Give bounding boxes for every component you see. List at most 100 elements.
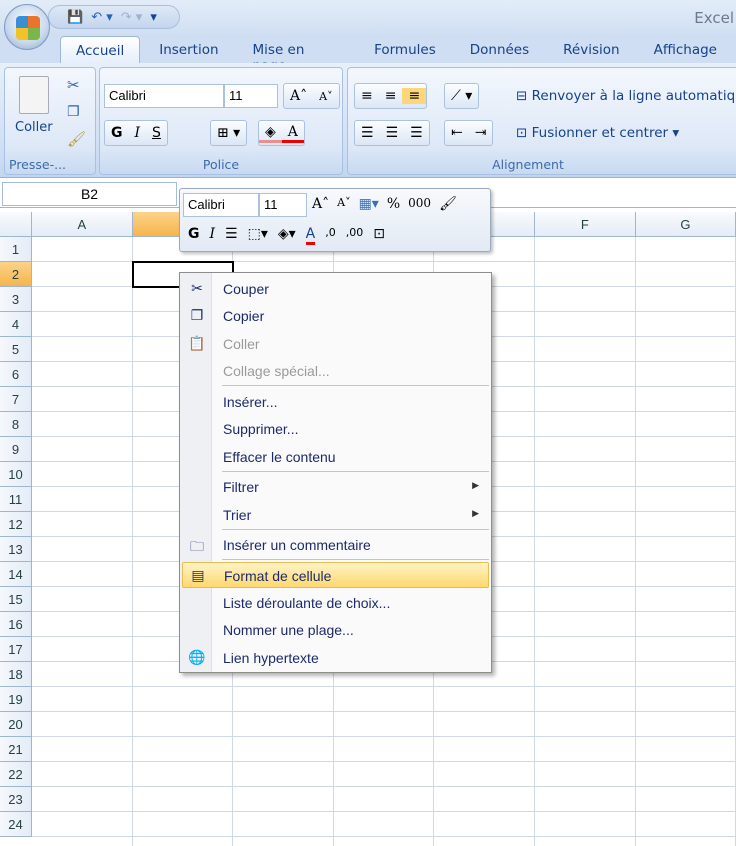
mini-font-size-select[interactable]: 11 bbox=[259, 193, 307, 217]
menu-item-coller: 📋 Coller bbox=[182, 331, 489, 357]
menu-item-nommer-une-plage[interactable]: Nommer une plage... bbox=[182, 617, 489, 643]
mini-grow-font-icon[interactable]: A˄ bbox=[312, 196, 329, 212]
menu-item-trier[interactable]: Trier ▶ bbox=[182, 502, 489, 528]
row-header-17[interactable]: 17 bbox=[0, 637, 32, 662]
increase-indent-icon[interactable]: ⇥ bbox=[469, 125, 493, 141]
menu-item-effacer-le-contenu[interactable]: Effacer le contenu bbox=[182, 444, 489, 470]
mini-format-painter-icon[interactable]: 🖌 bbox=[439, 196, 457, 212]
row-header-13[interactable]: 13 bbox=[0, 537, 32, 562]
mini-fill-color-icon[interactable]: ◈▾ bbox=[278, 226, 296, 245]
mini-accounting-icon[interactable]: ▦▾ bbox=[359, 196, 379, 212]
row-header-11[interactable]: 11 bbox=[0, 487, 32, 512]
mini-center-icon[interactable]: ☰ bbox=[225, 226, 238, 245]
menu-item-couper[interactable]: ✂ Couper bbox=[182, 276, 489, 302]
menu-item-insérer[interactable]: Insérer... bbox=[182, 389, 489, 415]
mini-thousands-button[interactable]: 000 bbox=[408, 196, 431, 212]
grow-font-icon[interactable]: A˄ bbox=[284, 88, 313, 104]
font-name-select[interactable]: Calibri bbox=[104, 84, 224, 108]
row-header-24[interactable]: 24 bbox=[0, 812, 32, 837]
menu-item-insérer-un-commentaire[interactable]: 🗀 Insérer un commentaire bbox=[182, 532, 489, 558]
paste-icon[interactable] bbox=[19, 76, 49, 114]
customize-qat-icon[interactable]: ▾ bbox=[150, 10, 157, 25]
tab-insertion[interactable]: Insertion bbox=[144, 36, 233, 64]
mini-font-name-select[interactable]: Calibri bbox=[183, 193, 259, 217]
align-center-icon[interactable]: ☰ bbox=[380, 125, 405, 141]
tab-revision[interactable]: Révision bbox=[548, 36, 634, 64]
menu-item-filtrer[interactable]: Filtrer ▶ bbox=[182, 474, 489, 500]
name-box[interactable]: B2 bbox=[2, 182, 177, 206]
select-all-corner[interactable] bbox=[0, 212, 32, 237]
save-icon[interactable]: 💾 bbox=[67, 10, 83, 25]
row-header-19[interactable]: 19 bbox=[0, 687, 32, 712]
menu-item-copier[interactable]: ❐ Copier bbox=[182, 303, 489, 329]
mini-borders-icon[interactable]: ⬚▾ bbox=[248, 226, 268, 245]
row-header-15[interactable]: 15 bbox=[0, 587, 32, 612]
shrink-font-icon[interactable]: A˅ bbox=[313, 90, 338, 103]
row-header-2[interactable]: 2 bbox=[0, 262, 32, 287]
align-top-icon[interactable]: ≡ bbox=[355, 88, 379, 104]
copy-icon[interactable]: ❐ bbox=[67, 104, 80, 120]
paste-button[interactable]: Coller bbox=[15, 120, 53, 135]
mini-font-color-icon[interactable]: A bbox=[305, 226, 316, 245]
row-header-7[interactable]: 7 bbox=[0, 387, 32, 412]
merge-center-button[interactable]: ⊡ Fusionner et centrer ▾ bbox=[516, 125, 679, 141]
row-header-3[interactable]: 3 bbox=[0, 287, 32, 312]
borders-icon[interactable]: ⊞ ▾ bbox=[211, 125, 246, 141]
italic-button[interactable]: I bbox=[129, 125, 147, 141]
menu-item-supprimer[interactable]: Supprimer... bbox=[182, 416, 489, 442]
row-header-20[interactable]: 20 bbox=[0, 712, 32, 737]
align-left-icon[interactable]: ☰ bbox=[355, 125, 380, 141]
bold-button[interactable]: G bbox=[105, 125, 129, 141]
wrap-text-button[interactable]: ⊟ Renvoyer à la ligne automatique bbox=[516, 88, 736, 104]
mini-shrink-font-icon[interactable]: A˅ bbox=[337, 196, 350, 212]
mini-italic-button[interactable]: I bbox=[210, 226, 216, 245]
cut-icon[interactable]: ✂ bbox=[67, 76, 80, 94]
align-middle-icon[interactable]: ≡ bbox=[379, 88, 403, 104]
column-header-a[interactable]: A bbox=[32, 212, 133, 237]
column-header-g[interactable]: G bbox=[635, 212, 736, 237]
align-right-icon[interactable]: ☰ bbox=[404, 125, 429, 141]
row-gridline bbox=[32, 836, 736, 837]
row-header-16[interactable]: 16 bbox=[0, 612, 32, 637]
menu-item-liste-déroulante-de-choix[interactable]: Liste déroulante de choix... bbox=[182, 590, 489, 616]
redo-icon[interactable]: ↷ ▾ bbox=[121, 10, 143, 25]
menu-item-format-de-cellule[interactable]: ▤ Format de cellule bbox=[182, 562, 489, 588]
row-header-14[interactable]: 14 bbox=[0, 562, 32, 587]
row-header-22[interactable]: 22 bbox=[0, 762, 32, 787]
row-header-12[interactable]: 12 bbox=[0, 512, 32, 537]
row-header-4[interactable]: 4 bbox=[0, 312, 32, 337]
office-button[interactable] bbox=[4, 4, 50, 50]
orientation-icon[interactable]: ⟋ ▾ bbox=[445, 88, 478, 104]
format-painter-icon[interactable]: 🖌 bbox=[67, 130, 86, 148]
tab-donnees[interactable]: Données bbox=[455, 36, 544, 64]
column-header-f[interactable]: F bbox=[535, 212, 636, 237]
tab-affichage[interactable]: Affichage bbox=[639, 36, 732, 64]
mini-merge-icon[interactable]: ⊡ bbox=[373, 226, 385, 245]
row-header-5[interactable]: 5 bbox=[0, 337, 32, 362]
font-color-icon[interactable]: A bbox=[281, 124, 304, 143]
row-header-8[interactable]: 8 bbox=[0, 412, 32, 437]
tab-accueil[interactable]: Accueil bbox=[60, 36, 141, 64]
underline-button[interactable]: S bbox=[146, 125, 167, 141]
fill-color-icon[interactable]: ◈ bbox=[259, 124, 282, 143]
decrease-indent-icon[interactable]: ⇤ bbox=[445, 125, 469, 141]
undo-icon[interactable]: ↶ ▾ bbox=[91, 10, 113, 25]
row-header-10[interactable]: 10 bbox=[0, 462, 32, 487]
row-header-18[interactable]: 18 bbox=[0, 662, 32, 687]
align-bottom-icon[interactable]: ≡ bbox=[402, 88, 427, 104]
font-group-label: Police bbox=[202, 157, 240, 172]
menu-item-lien-hypertexte[interactable]: 🌐 Lien hypertexte bbox=[182, 645, 489, 671]
row-header-23[interactable]: 23 bbox=[0, 787, 32, 812]
mini-bold-button[interactable]: G bbox=[188, 226, 200, 245]
mini-percent-button[interactable]: % bbox=[387, 196, 400, 212]
wrap-text-icon: ⊟ bbox=[516, 88, 532, 104]
row-header-1[interactable]: 1 bbox=[0, 237, 32, 262]
font-size-select[interactable]: 11 bbox=[224, 84, 278, 108]
mini-decrease-decimal-button[interactable]: ,00 bbox=[346, 226, 364, 245]
tab-formules[interactable]: Formules bbox=[359, 36, 451, 64]
row-header-6[interactable]: 6 bbox=[0, 362, 32, 387]
row-header-21[interactable]: 21 bbox=[0, 737, 32, 762]
row-header-9[interactable]: 9 bbox=[0, 437, 32, 462]
mini-increase-decimal-button[interactable]: ,0 bbox=[325, 226, 336, 245]
tab-mise-en-page[interactable]: Mise en page bbox=[238, 36, 356, 74]
